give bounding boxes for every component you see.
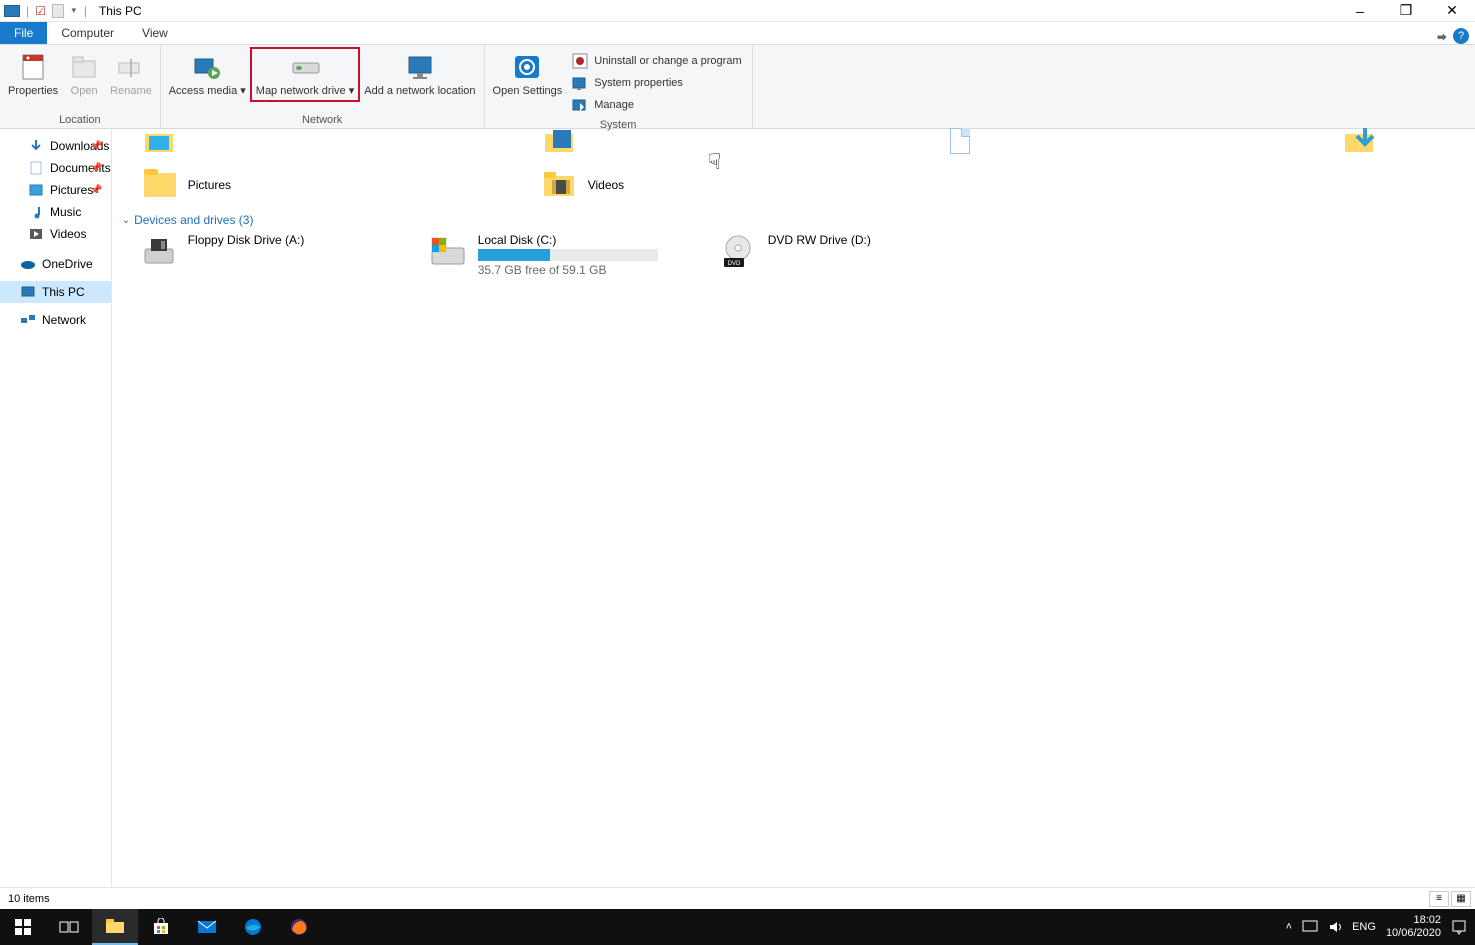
tray-clock[interactable]: 18:02 10/06/2020	[1386, 914, 1441, 940]
documents-icon	[28, 160, 44, 176]
minimize-button[interactable]: –	[1337, 0, 1383, 22]
folder-item[interactable]	[542, 123, 742, 159]
maximize-button[interactable]: ❐	[1383, 0, 1429, 22]
start-button[interactable]	[0, 909, 46, 945]
minimize-ribbon-icon[interactable]: ⮕	[1437, 29, 1447, 44]
uninstall-icon	[572, 53, 588, 69]
taskbar-edge[interactable]	[230, 909, 276, 945]
folder-item[interactable]	[1342, 123, 1475, 159]
taskbar-firefox[interactable]	[276, 909, 322, 945]
qat-properties-icon[interactable]: ☑	[35, 4, 46, 18]
localdisk-icon	[430, 233, 468, 271]
floppy-drive[interactable]: Floppy Disk Drive (A:)	[140, 233, 360, 277]
nav-documents[interactable]: Documents📌	[0, 157, 111, 179]
taskbar: ˄ ENG 18:02 10/06/2020	[0, 909, 1475, 945]
icons-view-button[interactable]: ▦	[1451, 891, 1471, 907]
open-button: Open	[62, 49, 106, 100]
nav-music[interactable]: Music	[0, 201, 111, 223]
music-icon	[28, 204, 44, 220]
status-bar: 10 items ≡ ▦	[0, 887, 1475, 909]
taskbar-explorer[interactable]	[92, 909, 138, 945]
folder-item[interactable]	[142, 123, 342, 159]
tray-expand-icon[interactable]: ˄	[1286, 921, 1292, 933]
separator: |	[26, 4, 29, 18]
content-pane: Pictures Videos ☟ ⌄ Devices and drives (…	[112, 129, 1475, 887]
ribbon-group-system: Open Settings Uninstall or change a prog…	[485, 45, 753, 128]
dvd-drive[interactable]: DVD DVD RW Drive (D:)	[720, 233, 940, 277]
floppy-icon	[140, 233, 178, 271]
tab-computer[interactable]: Computer	[47, 22, 128, 44]
system-properties-icon	[572, 75, 588, 91]
videos-folder[interactable]: Videos	[542, 167, 742, 203]
folder-item[interactable]	[942, 123, 1142, 159]
open-settings-button[interactable]: Open Settings	[489, 49, 567, 100]
nav-pictures[interactable]: Pictures📌	[0, 179, 111, 201]
properties-button[interactable]: Properties	[4, 49, 62, 100]
thispc-icon	[4, 5, 20, 17]
local-disk-c[interactable]: Local Disk (C:) 35.7 GB free of 59.1 GB	[430, 233, 650, 277]
pin-icon: 📌	[90, 141, 102, 152]
pin-icon: 📌	[90, 163, 102, 174]
help-icon[interactable]: ?	[1453, 28, 1469, 44]
map-network-drive-button[interactable]: Map network drive ▾	[250, 47, 360, 102]
tab-view[interactable]: View	[128, 22, 182, 44]
nav-videos[interactable]: Videos	[0, 223, 111, 245]
item-count: 10 items	[8, 893, 50, 905]
tray-language[interactable]: ENG	[1352, 921, 1376, 933]
window-title: This PC	[99, 4, 142, 18]
taskview-button[interactable]	[46, 909, 92, 945]
ribbon-group-location: Properties Open Rename Location	[0, 45, 161, 128]
separator: |	[84, 4, 87, 18]
add-network-location-button[interactable]: Add a network location	[360, 49, 479, 100]
taskbar-mail[interactable]	[184, 909, 230, 945]
nav-network[interactable]: Network	[0, 309, 111, 331]
dvd-icon: DVD	[720, 233, 758, 271]
ribbon-tabs: File Computer View ⮕ ?	[0, 22, 1475, 45]
qat-dropdown-icon[interactable]: ▼	[70, 6, 78, 15]
pictures-icon	[28, 182, 44, 198]
details-view-button[interactable]: ≡	[1429, 891, 1449, 907]
tab-file[interactable]: File	[0, 22, 47, 44]
close-button[interactable]: ✕	[1429, 0, 1475, 22]
taskbar-store[interactable]	[138, 909, 184, 945]
devices-drives-header[interactable]: ⌄ Devices and drives (3)	[122, 203, 1475, 233]
nav-onedrive[interactable]: OneDrive	[0, 253, 111, 275]
system-tray: ˄ ENG 18:02 10/06/2020	[1286, 914, 1475, 940]
manage-icon	[572, 97, 588, 113]
chevron-down-icon: ⌄	[122, 215, 130, 226]
pictures-folder[interactable]: Pictures	[142, 167, 342, 203]
ribbon-group-network: Access media ▾ Map network drive ▾ Add a…	[161, 45, 485, 128]
tray-notifications-icon[interactable]	[1451, 919, 1467, 935]
nav-downloads[interactable]: Downloads📌	[0, 135, 111, 157]
disk-usage-bar	[478, 249, 658, 261]
tray-volume-icon[interactable]	[1328, 920, 1342, 934]
title-bar: | ☑ ▼ | This PC – ❐ ✕	[0, 0, 1475, 22]
qat-newfolder-icon[interactable]	[52, 4, 64, 18]
access-media-button[interactable]: Access media ▾	[165, 49, 250, 100]
nav-this-pc[interactable]: This PC	[0, 281, 111, 303]
thispc-icon	[20, 284, 36, 300]
navigation-pane: Downloads📌 Documents📌 Pictures📌 Music Vi…	[0, 129, 112, 887]
tray-display-icon[interactable]	[1302, 920, 1318, 934]
system-properties-button[interactable]: System properties	[572, 73, 741, 93]
manage-button[interactable]: Manage	[572, 95, 741, 115]
network-icon	[20, 312, 36, 328]
quick-access-toolbar: | ☑ ▼ |	[0, 4, 91, 18]
svg-text:DVD: DVD	[727, 261, 740, 267]
ribbon: Properties Open Rename Location Access m…	[0, 45, 1475, 129]
pin-icon: 📌	[90, 185, 102, 196]
rename-button: Rename	[106, 49, 156, 100]
videos-icon	[28, 226, 44, 242]
downloads-icon	[28, 138, 44, 154]
uninstall-program-button[interactable]: Uninstall or change a program	[572, 51, 741, 71]
onedrive-icon	[20, 256, 36, 272]
